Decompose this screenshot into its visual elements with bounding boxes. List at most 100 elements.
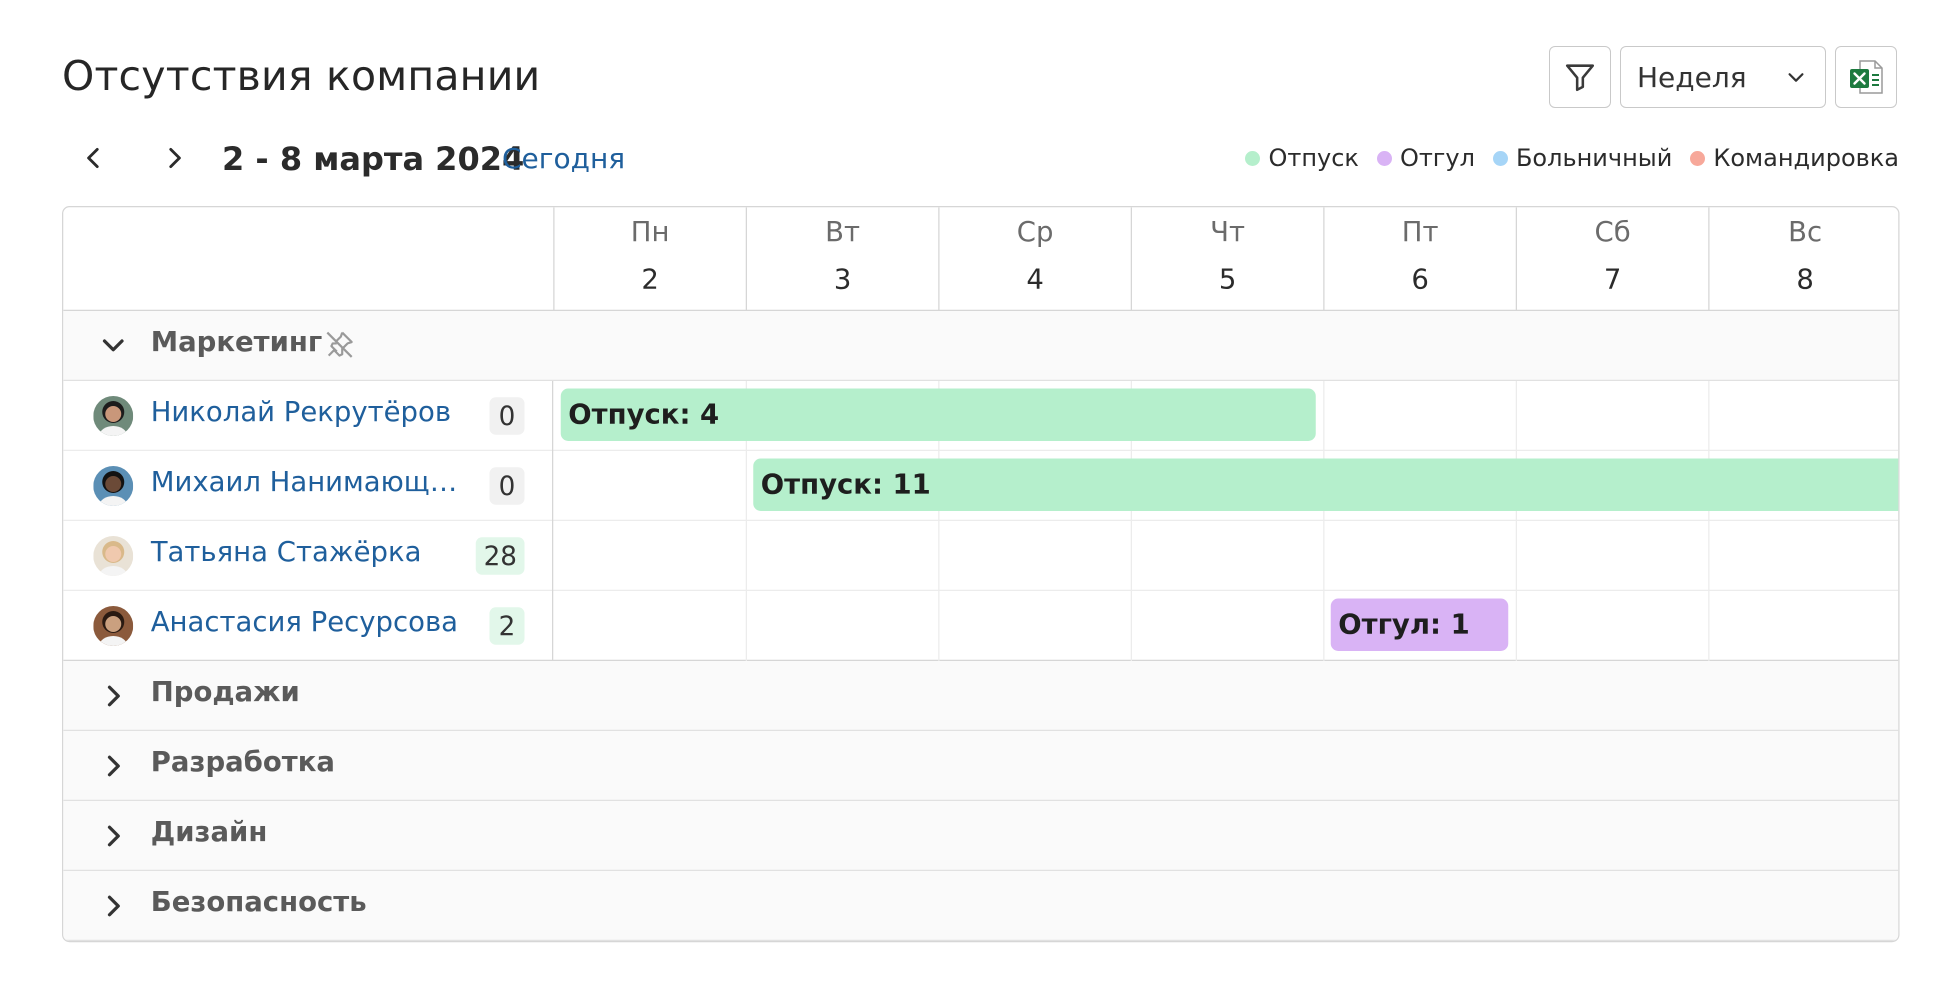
unpin-icon[interactable] bbox=[323, 329, 356, 362]
day-header: Пт 6 bbox=[1323, 207, 1516, 311]
day-cell-divider bbox=[1323, 381, 1325, 451]
day-cell-divider bbox=[1515, 381, 1517, 451]
day-cell-divider bbox=[745, 521, 747, 591]
day-cell-divider bbox=[1708, 381, 1710, 451]
employee-row: Татьяна Стажёрка 28 bbox=[63, 521, 1898, 591]
day-header: Чт 5 bbox=[1130, 207, 1324, 311]
day-number: 6 bbox=[1411, 264, 1429, 296]
balance-badge: 2 bbox=[489, 607, 525, 645]
day-header: Вт 3 bbox=[745, 207, 939, 311]
day-number: 2 bbox=[641, 264, 659, 296]
expand-group-button[interactable] bbox=[98, 681, 136, 719]
legend-label: Отпуск bbox=[1268, 144, 1359, 172]
calendar-header: Пн 2 Вт 3 Ср 4 Чт 5 Пт 6 Сб 7 Вс 8 bbox=[63, 207, 1898, 311]
day-header: Вс 8 bbox=[1708, 207, 1897, 311]
avatar bbox=[93, 466, 134, 506]
page-title: Отсутствия компании bbox=[62, 52, 541, 100]
day-cell-divider bbox=[1323, 591, 1325, 661]
expand-group-button[interactable] bbox=[98, 751, 136, 789]
period-select[interactable]: Неделя bbox=[1620, 46, 1826, 108]
chevron-right-icon bbox=[169, 147, 181, 169]
balance-badge: 0 bbox=[489, 467, 525, 505]
group-name: Дизайн bbox=[150, 817, 268, 849]
previous-week-button[interactable] bbox=[74, 138, 114, 178]
next-week-button[interactable] bbox=[154, 138, 194, 178]
absence-bar[interactable]: Отпуск: 11 bbox=[753, 458, 1898, 511]
date-range-label: 2 - 8 марта 2024 bbox=[222, 140, 525, 178]
day-cell-divider bbox=[1708, 591, 1710, 661]
group-name: Продажи bbox=[150, 677, 300, 709]
day-number: 8 bbox=[1796, 264, 1814, 296]
day-cell-divider bbox=[1515, 591, 1517, 661]
period-select-value: Неделя bbox=[1637, 60, 1747, 94]
absence-bar[interactable]: Отпуск: 4 bbox=[560, 388, 1316, 441]
group-name: Безопасность bbox=[150, 887, 367, 919]
collapse-group-button[interactable] bbox=[98, 331, 136, 369]
chevron-right-icon bbox=[107, 755, 120, 777]
avatar bbox=[93, 606, 134, 646]
absence-calendar-grid: Пн 2 Вт 3 Ср 4 Чт 5 Пт 6 Сб 7 Вс 8 Маркетинг Николай Р… bbox=[62, 206, 1899, 942]
avatar bbox=[93, 396, 134, 436]
legend-dot-icon bbox=[1245, 150, 1261, 166]
employee-cell: Татьяна Стажёрка 28 bbox=[63, 521, 554, 591]
chevron-right-icon bbox=[107, 685, 120, 707]
day-cell-divider bbox=[745, 591, 747, 661]
day-name: Сб bbox=[1594, 217, 1631, 249]
legend-dot-icon bbox=[1376, 150, 1392, 166]
day-name: Пт bbox=[1401, 217, 1439, 249]
employee-name-link[interactable]: Анастасия Ресурсова bbox=[151, 607, 458, 638]
group-name: Маркетинг bbox=[150, 327, 323, 359]
employee-name-link[interactable]: Татьяна Стажёрка bbox=[151, 537, 422, 568]
day-header: Пн 2 bbox=[553, 207, 746, 311]
day-number: 4 bbox=[1026, 264, 1044, 296]
day-cell-divider bbox=[938, 521, 940, 591]
group-row[interactable]: Разработка bbox=[63, 731, 1898, 801]
day-cell-divider bbox=[1130, 591, 1132, 661]
legend-label: Больничный bbox=[1515, 144, 1673, 172]
legend-item: Отпуск bbox=[1245, 144, 1359, 172]
employee-row: Михаил Нанимающи... 0 Отпуск: 11 bbox=[63, 451, 1898, 521]
day-header: Сб 7 bbox=[1515, 207, 1709, 311]
group-row[interactable]: Продажи bbox=[63, 661, 1898, 731]
employee-name-link[interactable]: Николай Рекрутёров bbox=[151, 397, 451, 428]
absence-bar[interactable]: Отгул: 1 bbox=[1330, 598, 1509, 651]
employee-name-link[interactable]: Михаил Нанимающи... bbox=[151, 467, 464, 498]
day-cell-divider bbox=[1323, 521, 1325, 591]
group-row[interactable]: Маркетинг bbox=[63, 311, 1898, 381]
excel-icon bbox=[1850, 60, 1883, 94]
day-cell-divider bbox=[1515, 521, 1517, 591]
day-cell-divider bbox=[1130, 521, 1132, 591]
employee-cell: Анастасия Ресурсова 2 bbox=[63, 591, 554, 661]
legend-dot-icon bbox=[1690, 150, 1706, 166]
chevron-right-icon bbox=[107, 895, 120, 917]
employee-row: Анастасия Ресурсова 2 Отгул: 1 bbox=[63, 591, 1898, 661]
balance-badge: 0 bbox=[489, 397, 525, 435]
chevron-left-icon bbox=[87, 147, 99, 169]
avatar bbox=[93, 536, 134, 576]
day-cell-divider bbox=[938, 591, 940, 661]
day-name: Чт bbox=[1210, 217, 1246, 249]
legend-label: Командировка bbox=[1713, 144, 1899, 172]
today-link[interactable]: Сегодня bbox=[502, 142, 625, 175]
legend-item: Отгул bbox=[1376, 144, 1475, 172]
employee-row: Николай Рекрутёров 0 Отпуск: 4 bbox=[63, 381, 1898, 451]
legend-label: Отгул bbox=[1399, 144, 1475, 172]
expand-group-button[interactable] bbox=[98, 891, 136, 929]
day-name: Вт bbox=[825, 217, 861, 249]
day-number: 5 bbox=[1218, 264, 1237, 296]
legend: Отпуск Отгул Больничный Командировка bbox=[1245, 144, 1899, 172]
chevron-right-icon bbox=[107, 825, 120, 847]
expand-group-button[interactable] bbox=[98, 821, 136, 859]
group-row[interactable]: Безопасность bbox=[63, 871, 1898, 941]
day-number: 7 bbox=[1603, 264, 1622, 296]
export-excel-button[interactable] bbox=[1835, 46, 1897, 108]
group-name: Разработка bbox=[150, 747, 335, 779]
filter-button[interactable] bbox=[1549, 46, 1611, 108]
day-header: Ср 4 bbox=[938, 207, 1131, 311]
day-name: Пн bbox=[630, 217, 670, 249]
day-cell-divider bbox=[1708, 521, 1710, 591]
legend-item: Больничный bbox=[1492, 144, 1673, 172]
chevron-down-icon bbox=[1788, 73, 1804, 82]
group-row[interactable]: Дизайн bbox=[63, 801, 1898, 871]
employee-cell: Михаил Нанимающи... 0 bbox=[63, 451, 554, 521]
